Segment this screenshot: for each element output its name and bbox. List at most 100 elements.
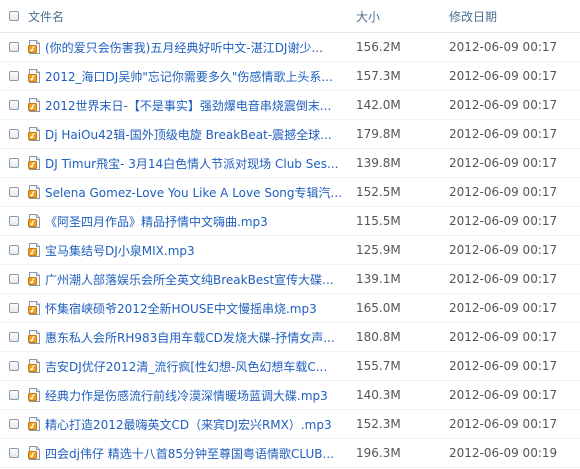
row-checkbox-cell[interactable] [0,245,28,255]
audio-file-icon [28,272,41,286]
row-checkbox[interactable] [9,390,19,400]
file-name-cell[interactable]: 《阿圣四月作品》精品抒情中文嗨曲.mp3 [28,213,356,230]
audio-file-icon [28,330,41,344]
file-name[interactable]: DJ Timur飛宝- 3月14白色情人节派对现场 Club Ses... [45,155,338,172]
file-name-cell[interactable]: 2012世界末日-【不是事实】强劲爆电音串烧震倒末... [28,97,356,114]
row-checkbox[interactable] [9,448,19,458]
file-name[interactable]: 2012_海口DJ吴帅"忘记你需要多久"伤感情歌上头系... [45,68,333,85]
file-name[interactable]: Dj HaiOu42辑-国外顶级电旋 BreakBeat-震撼全球... [45,126,332,143]
file-modified-date: 2012-06-09 00:17 [449,98,558,112]
audio-file-icon [28,359,41,373]
file-row[interactable]: 四会dj伟仔 精选十八首85分钟至尊国粤语情歌CLUB... 196.3M 2012… [0,439,580,468]
row-checkbox[interactable] [9,274,19,284]
row-checkbox[interactable] [9,419,19,429]
row-checkbox[interactable] [9,100,19,110]
file-name[interactable]: 宝马集结号DJ小泉MIX.mp3 [45,242,195,259]
file-row[interactable]: Selena Gomez-Love You Like A Love Song专辑… [0,178,580,207]
file-name[interactable]: Selena Gomez-Love You Like A Love Song专辑… [45,184,342,201]
row-checkbox-cell[interactable] [0,187,28,197]
file-modified-date: 2012-06-09 00:17 [449,301,558,315]
file-name-cell[interactable]: 四会dj伟仔 精选十八首85分钟至尊国粤语情歌CLUB... [28,445,356,462]
file-name[interactable]: 吉安DJ优仔2012清_流行疯[性幻想-风色幻想车载C... [45,358,327,375]
row-checkbox-cell[interactable] [0,158,28,168]
row-checkbox-cell[interactable] [0,361,28,371]
row-checkbox[interactable] [9,129,19,139]
file-name[interactable]: 《阿圣四月作品》精品抒情中文嗨曲.mp3 [45,213,268,230]
row-checkbox-cell[interactable] [0,71,28,81]
file-name-cell[interactable]: (你的爱只会伤害我)五月经典好听中文-湛江DJ谢少... [28,39,356,56]
file-name[interactable]: 怀集宿峡硕爷2012全新HOUSE中文慢摇串烧.mp3 [45,300,317,317]
row-checkbox-cell[interactable] [0,390,28,400]
row-checkbox[interactable] [9,361,19,371]
file-row[interactable]: 《阿圣四月作品》精品抒情中文嗨曲.mp3 115.5M 2012-06-09 00:… [0,207,580,236]
row-checkbox-cell[interactable] [0,332,28,342]
row-checkbox[interactable] [9,303,19,313]
row-checkbox[interactable] [9,216,19,226]
file-size: 152.5M [356,185,401,199]
file-row[interactable]: Dj HaiOu42辑-国外顶级电旋 BreakBeat-震撼全球... 179.… [0,120,580,149]
file-name-cell[interactable]: 精心打造2012最嗨英文CD（来宾DJ宏兴RMX）.mp3 [28,416,356,433]
file-row[interactable]: 宝马集结号DJ小泉MIX.mp3 125.9M 2012-06-09 00:17 [0,236,580,265]
file-name-cell[interactable]: Selena Gomez-Love You Like A Love Song专辑… [28,184,356,201]
row-checkbox-cell[interactable] [0,274,28,284]
file-size: 179.8M [356,127,401,141]
file-name[interactable]: 四会dj伟仔 精选十八首85分钟至尊国粤语情歌CLUB... [45,445,334,462]
row-checkbox[interactable] [9,71,19,81]
row-checkbox[interactable] [9,187,19,197]
file-row[interactable]: 精心打造2012最嗨英文CD（来宾DJ宏兴RMX）.mp3 152.3M 2012-… [0,410,580,439]
file-row[interactable]: DJ Timur飛宝- 3月14白色情人节派对现场 Club Ses... 139… [0,149,580,178]
file-name[interactable]: 广州潮人部落娱乐会所全英文纯BreakBest宣传大碟... [45,271,334,288]
file-row[interactable]: 怀集宿峡硕爷2012全新HOUSE中文慢摇串烧.mp3 165.0M 2012-06… [0,294,580,323]
file-name-cell[interactable]: DJ Timur飛宝- 3月14白色情人节派对现场 Club Ses... [28,155,356,172]
file-name-cell[interactable]: 吉安DJ优仔2012清_流行疯[性幻想-风色幻想车载C... [28,358,356,375]
column-header-size[interactable]: 大小 [356,8,449,25]
row-checkbox[interactable] [9,158,19,168]
row-checkbox[interactable] [9,245,19,255]
file-modified-date: 2012-06-09 00:17 [449,69,558,83]
file-row[interactable]: (你的爱只会伤害我)五月经典好听中文-湛江DJ谢少... 156.2M 2012-0… [0,33,580,62]
file-modified-date: 2012-06-09 00:17 [449,417,558,431]
row-checkbox-cell[interactable] [0,419,28,429]
file-name-cell[interactable]: 怀集宿峡硕爷2012全新HOUSE中文慢摇串烧.mp3 [28,300,356,317]
file-modified-date: 2012-06-09 00:17 [449,185,558,199]
file-name[interactable]: (你的爱只会伤害我)五月经典好听中文-湛江DJ谢少... [45,39,323,56]
row-checkbox-cell[interactable] [0,42,28,52]
audio-file-icon [28,185,41,199]
file-row[interactable]: 2012世界末日-【不是事实】强劲爆电音串烧震倒末... 142.0M 2012-0… [0,91,580,120]
column-header-name-label: 文件名 [28,9,65,24]
file-row[interactable]: 惠东私人会所RH983自用车载CD发烧大碟-抒情女声... 180.8M 2012-… [0,323,580,352]
column-header-name[interactable]: 文件名 [28,8,356,25]
file-modified-date: 2012-06-09 00:17 [449,214,558,228]
audio-file-icon [28,301,41,315]
file-row[interactable]: 吉安DJ优仔2012清_流行疯[性幻想-风色幻想车载C... 155.7M 2012… [0,352,580,381]
file-name-cell[interactable]: 广州潮人部落娱乐会所全英文纯BreakBest宣传大碟... [28,271,356,288]
file-name[interactable]: 经典力作是伤感流行前线冷漠深情暖场蓝调大碟.mp3 [45,387,328,404]
row-checkbox[interactable] [9,42,19,52]
audio-file-icon [28,98,41,112]
audio-file-icon [28,388,41,402]
row-checkbox-cell[interactable] [0,100,28,110]
file-row[interactable]: 经典力作是伤感流行前线冷漠深情暖场蓝调大碟.mp3 140.3M 2012-06-0… [0,381,580,410]
file-size: 155.7M [356,359,401,373]
column-header-date[interactable]: 修改日期 [449,8,580,25]
file-name-cell[interactable]: 宝马集结号DJ小泉MIX.mp3 [28,242,356,259]
select-all-checkbox-cell[interactable] [0,11,28,21]
file-name[interactable]: 惠东私人会所RH983自用车载CD发烧大碟-抒情女声... [45,329,335,346]
file-row[interactable]: 2012_海口DJ吴帅"忘记你需要多久"伤感情歌上头系... 157.3M 2012… [0,62,580,91]
file-name[interactable]: 2012世界末日-【不是事实】强劲爆电音串烧震倒末... [45,97,331,114]
file-modified-date: 2012-06-09 00:17 [449,156,558,170]
select-all-checkbox[interactable] [9,11,19,21]
file-name-cell[interactable]: 经典力作是伤感流行前线冷漠深情暖场蓝调大碟.mp3 [28,387,356,404]
audio-file-icon [28,214,41,228]
file-name-cell[interactable]: 2012_海口DJ吴帅"忘记你需要多久"伤感情歌上头系... [28,68,356,85]
row-checkbox-cell[interactable] [0,129,28,139]
row-checkbox[interactable] [9,332,19,342]
row-checkbox-cell[interactable] [0,448,28,458]
file-row[interactable]: 广州潮人部落娱乐会所全英文纯BreakBest宣传大碟... 139.1M 2012… [0,265,580,294]
file-name-cell[interactable]: 惠东私人会所RH983自用车载CD发烧大碟-抒情女声... [28,329,356,346]
file-modified-date: 2012-06-09 00:17 [449,127,558,141]
file-name[interactable]: 精心打造2012最嗨英文CD（来宾DJ宏兴RMX）.mp3 [45,416,332,433]
file-name-cell[interactable]: Dj HaiOu42辑-国外顶级电旋 BreakBeat-震撼全球... [28,126,356,143]
row-checkbox-cell[interactable] [0,303,28,313]
row-checkbox-cell[interactable] [0,216,28,226]
